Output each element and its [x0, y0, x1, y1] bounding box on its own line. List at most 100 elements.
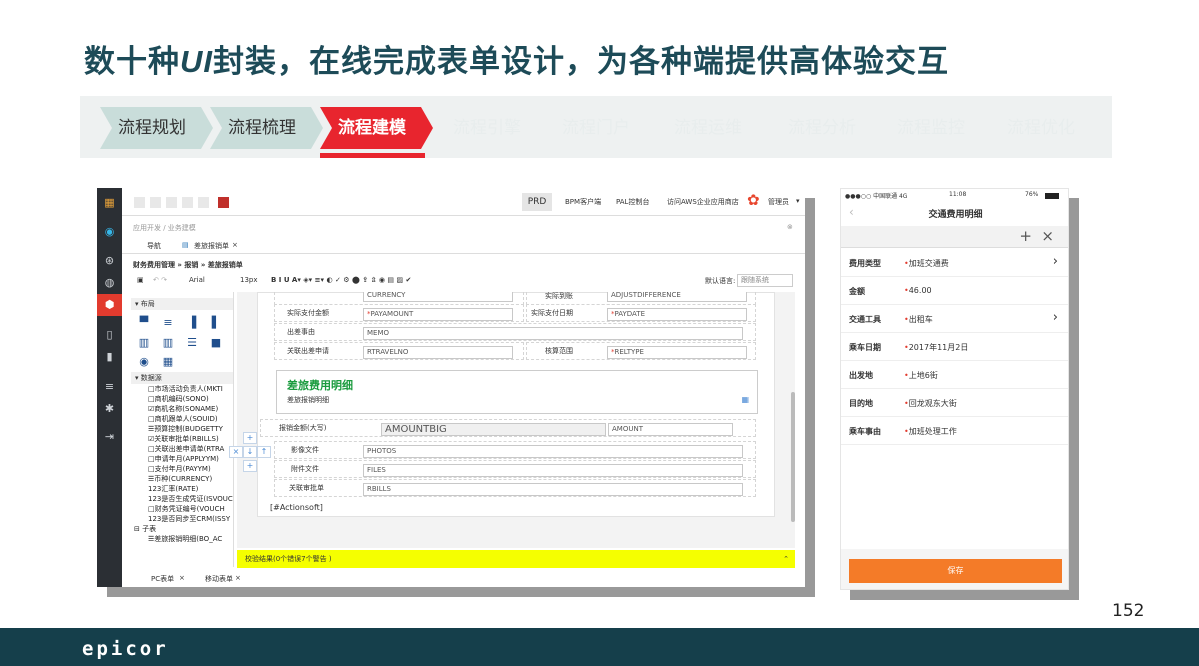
tab-mobile-form[interactable]: 移动表单 — [205, 574, 233, 584]
add-row-icon[interactable]: + — [243, 432, 257, 444]
gear-icon[interactable]: ✱ — [97, 398, 122, 420]
files-field[interactable]: FILES — [363, 464, 743, 477]
undo-icon[interactable]: ↶ ↷ — [153, 276, 167, 284]
ds-field[interactable]: □申请年月(APPLYYM) — [148, 454, 219, 464]
font-select[interactable]: Arial — [189, 276, 205, 284]
mobile-row[interactable]: 金额 •46.00 — [841, 277, 1068, 305]
move-up-icon[interactable]: ↑ — [257, 446, 271, 458]
layout-3col-icon[interactable]: ▌ — [209, 317, 223, 328]
ds-field[interactable]: ☑关联审批单(RBILLS) — [148, 434, 219, 444]
mobile-row[interactable]: 费用类型 •加班交通费 › — [841, 249, 1068, 277]
form-cell[interactable]: 附件文件 FILES — [274, 460, 756, 478]
ds-field[interactable]: 123是否同步至CRM(ISSY — [148, 514, 230, 524]
user-avatar-icon[interactable]: ✿ — [747, 191, 760, 209]
mobile-row[interactable]: 出发地 •上地6街 — [841, 361, 1068, 389]
ds-field[interactable]: ☰币种(CURRENCY) — [148, 474, 212, 484]
layout-2col-icon[interactable]: ▐ — [185, 317, 199, 328]
tab-nav[interactable]: 导航 — [147, 241, 161, 251]
ds-field[interactable]: ☑商机名称(SONAME) — [148, 404, 218, 414]
mobile-row[interactable]: 乘车事由 •加班处理工作 — [841, 417, 1068, 445]
ds-field[interactable]: ☰预算控制(BUDGETTY — [148, 424, 223, 434]
ds-field[interactable]: ☰差旅报销明细(BO_AC — [148, 534, 222, 544]
payamount-field[interactable]: *PAYAMOUNT — [363, 308, 513, 321]
design-icon[interactable]: ⬢ — [97, 294, 122, 316]
tab-close-icon[interactable]: × — [235, 574, 241, 582]
ds-field[interactable]: □关联出差申请单(RTRA — [148, 444, 224, 454]
form-cell[interactable]: 关联出差申请 RTRAVELNO — [274, 342, 524, 360]
canvas-scrollbar[interactable] — [791, 392, 795, 522]
ds-field[interactable]: □支付年月(PAYYM) — [148, 464, 211, 474]
expand-icon[interactable]: ⌃ — [783, 550, 789, 568]
ds-subtable[interactable]: ⊟ 子表 — [134, 524, 156, 534]
form-cell[interactable]: 出差事由 MEMO — [274, 323, 756, 341]
lang-select[interactable]: 跟随系统 — [737, 274, 793, 287]
amountbig-field[interactable]: AMOUNTBIG — [381, 423, 606, 436]
bpm-client-link[interactable]: BPM客户端 — [565, 197, 601, 207]
ds-field[interactable]: □商机编码(SONO) — [148, 394, 209, 404]
form-cell[interactable]: 影像文件 PHOTOS — [274, 441, 756, 459]
grid-icon[interactable]: ▦ — [741, 395, 749, 404]
mobile-row[interactable]: 乘车日期 •2017年11月2日 — [841, 333, 1068, 361]
layout-block-icon[interactable]: ■ — [209, 337, 223, 348]
pal-console-link[interactable]: PAL控制台 — [616, 197, 649, 207]
reltype-field[interactable]: *RELTYPE — [607, 346, 747, 359]
ds-field[interactable]: □商机跟单人(SOUID) — [148, 414, 218, 424]
aws-store-link[interactable]: 访问AWS企业应用商店 — [667, 197, 739, 207]
admin-menu-icon[interactable]: ▾ — [796, 197, 800, 205]
form-cell[interactable]: 报销金额(大写) AMOUNTBIG AMOUNT — [260, 419, 756, 437]
add-row-below-icon[interactable]: + — [243, 460, 257, 472]
layout-4col-icon[interactable]: ▥ — [137, 337, 151, 348]
add-close-icons[interactable]: + × — [1019, 227, 1054, 245]
layout-align-icon[interactable]: ☰ — [185, 337, 199, 348]
form-cell[interactable]: 核算范围 *RELTYPE — [526, 342, 756, 360]
phone-icon[interactable]: ▮ — [97, 346, 122, 368]
location-icon[interactable]: ◉ — [97, 221, 122, 243]
rbills-field[interactable]: RBILLS — [363, 483, 743, 496]
ds-field[interactable]: 123是否生成凭证(ISVOUC — [148, 494, 233, 504]
rtravelno-field[interactable]: RTRAVELNO — [363, 346, 513, 359]
delete-row-icon[interactable]: × — [229, 446, 243, 458]
tab-close-icon[interactable]: × — [179, 574, 185, 582]
globe-icon[interactable]: ◍ — [97, 272, 122, 294]
format-buttons[interactable]: B I U A▾ ◈▾ ≡▾ ◐ ✓ ⚙ ⬤ ⇪ ⇫ ◉ ▤ ▨ ✔ — [271, 276, 411, 284]
ds-field[interactable]: 123汇率(RATE) — [148, 484, 198, 494]
adjust-field[interactable]: ADJUSTDIFFERENCE — [607, 292, 747, 302]
tab-pc-form[interactable]: PC表单 — [151, 574, 174, 584]
mobile-row[interactable]: 交通工具 •出租车 › — [841, 305, 1068, 333]
datasource-header[interactable]: ▾ 数据源 — [131, 372, 233, 384]
prd-button[interactable]: PRD — [522, 193, 552, 211]
save-icon[interactable]: ▣ — [137, 276, 144, 284]
font-size-select[interactable]: 13px — [240, 276, 258, 284]
admin-link[interactable]: 管理员 — [768, 197, 789, 207]
mobile-icon[interactable]: ▯ — [97, 324, 122, 346]
layout-user-icon[interactable]: ◉ — [137, 356, 151, 367]
layout-header[interactable]: ▾ 布局 — [131, 298, 233, 310]
tab-close-icon[interactable]: × — [232, 241, 238, 249]
verify-result-bar[interactable]: 校验结果(0个错误7个警告 ) ⌃ — [237, 550, 795, 568]
apps-grid-icon[interactable]: ▦ — [97, 192, 122, 214]
layout-list-icon[interactable]: ≡ — [161, 317, 175, 328]
memo-field[interactable]: MEMO — [363, 327, 743, 340]
form-cell[interactable]: 实际支付日期 *PAYDATE — [526, 304, 756, 322]
dashboard-icon[interactable]: ⊛ — [97, 250, 122, 272]
menu-icon[interactable]: ≡ — [97, 376, 122, 398]
chevron-right-icon[interactable]: › — [1053, 310, 1058, 325]
mobile-row[interactable]: 目的地 •回龙观东大街 — [841, 389, 1068, 417]
logout-icon[interactable]: ⇥ — [97, 426, 122, 448]
form-cell[interactable]: 实际支付金额 *PAYAMOUNT — [274, 304, 524, 322]
ds-field[interactable]: □市场活动负责人(MKTI — [148, 384, 223, 394]
currency-field[interactable]: CURRENCY — [363, 292, 513, 302]
expense-detail-section[interactable]: 差旅费用明细 差旅报销明细 ▦ — [276, 370, 758, 414]
close-icon[interactable]: ⊗ — [787, 223, 793, 231]
layout-table-icon[interactable]: ▦ — [161, 356, 175, 367]
chevron-right-icon[interactable]: › — [1053, 254, 1058, 269]
photos-field[interactable]: PHOTOS — [363, 445, 743, 458]
layout-1col-icon[interactable]: ▀ — [137, 317, 151, 328]
ds-field[interactable]: □财务凭证编号(VOUCH — [148, 504, 225, 514]
paydate-field[interactable]: *PAYDATE — [607, 308, 747, 321]
tab-travel-form[interactable]: 差旅报销单 — [194, 241, 229, 251]
layout-5col-icon[interactable]: ▥ — [161, 337, 175, 348]
save-button[interactable]: 保存 — [849, 559, 1062, 583]
form-cell[interactable]: 关联审批单 RBILLS — [274, 479, 756, 497]
move-down-icon[interactable]: ↓ — [243, 446, 257, 458]
